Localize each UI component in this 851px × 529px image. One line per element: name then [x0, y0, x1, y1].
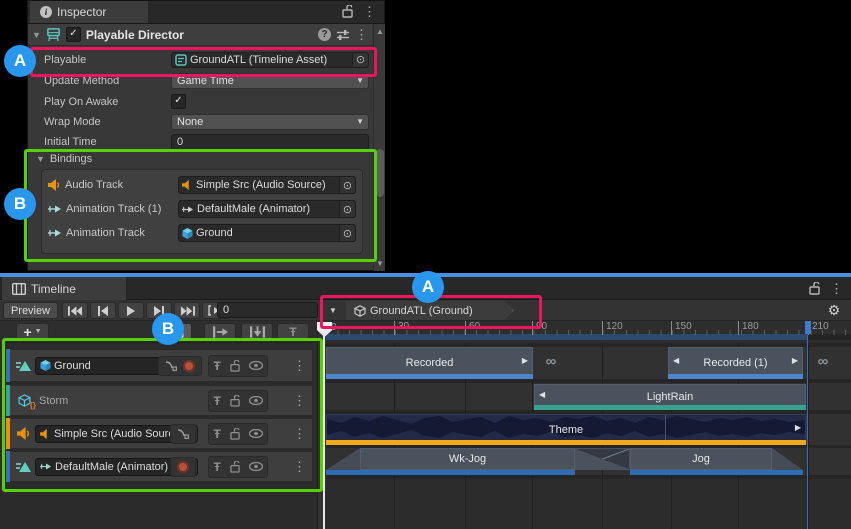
clip-label: Wk-Jog — [449, 453, 486, 465]
clip-crossfade[interactable] — [575, 448, 630, 470]
ruler-tick: 180 — [738, 321, 759, 335]
wrap-mode-value: None — [177, 116, 203, 128]
component-header[interactable]: ▼ ✓ Playable Director ? ⋮ — [28, 24, 372, 46]
pin-icon: Ŧ — [289, 325, 296, 339]
scrollbar-thumb[interactable] — [376, 149, 384, 197]
clip-selected-stripe — [326, 374, 533, 379]
component-enabled-checkbox[interactable]: ✓ — [66, 27, 81, 42]
tab-timeline[interactable]: Timeline — [2, 277, 126, 300]
lock-icon[interactable] — [809, 282, 820, 295]
ruler-tick: 210 — [808, 321, 829, 335]
ruler-tick: 120 — [602, 321, 623, 335]
highlight-bindings — [24, 149, 377, 262]
clip-selected-stripe — [630, 470, 803, 475]
current-frame-value: 0 — [223, 304, 229, 316]
kebab-menu-icon[interactable]: ⋮ — [363, 7, 376, 17]
wrap-mode-label: Wrap Mode — [44, 116, 101, 128]
clip-left-handle[interactable]: ◀ — [673, 356, 679, 365]
gear-icon[interactable]: ⚙ — [824, 301, 844, 320]
play-button[interactable] — [118, 302, 144, 319]
clip-seam — [665, 415, 666, 441]
clip-jog[interactable]: Jog — [630, 448, 772, 470]
gridline — [808, 343, 809, 529]
clip-recorded[interactable]: Recorded ▶ — [326, 347, 533, 379]
clip-lightrain[interactable]: ◀ LightRain — [534, 384, 806, 410]
ruler-tick: 150 — [671, 321, 692, 335]
clips-area: Recorded ▶ ∞ ◀ Recorded (1) ▶ ∞ ◀ LightR… — [326, 343, 851, 529]
presets-icon[interactable] — [336, 29, 350, 41]
clip-label: Recorded — [406, 357, 454, 369]
initial-time-value: 0 — [177, 136, 183, 148]
preview-toggle-button[interactable]: Preview — [3, 302, 58, 319]
highlight-track-list — [2, 338, 323, 492]
badge-b-inspector: B — [4, 188, 36, 220]
row-wrap-mode: Wrap Mode None ▼ — [28, 112, 372, 131]
clip-recorded-1[interactable]: ◀ Recorded (1) ▶ — [668, 347, 803, 379]
go-to-start-button[interactable] — [62, 302, 88, 319]
badge-b-timeline: B — [152, 313, 184, 345]
clip-selected-stripe — [326, 440, 806, 445]
current-frame-input[interactable]: 0 — [217, 302, 318, 318]
chevron-down-icon: ▼ — [356, 76, 364, 85]
preview-label: Preview — [11, 305, 50, 317]
clip-label: LightRain — [647, 391, 693, 403]
wrap-mode-dropdown[interactable]: None ▼ — [171, 114, 369, 130]
clip-theme-audio[interactable]: Theme ▶ — [326, 414, 806, 445]
highlight-playable-field — [30, 47, 377, 77]
initial-time-label: Initial Time — [44, 136, 97, 148]
previous-frame-button[interactable] — [90, 302, 116, 319]
play-on-awake-checkbox[interactable]: ✓ — [171, 94, 186, 109]
timeline-end-marker[interactable] — [805, 321, 811, 334]
inspector-tabbar: i Inspector ⋮ — [28, 1, 384, 24]
component-title: Playable Director — [86, 28, 313, 42]
tab-inspector[interactable]: i Inspector — [30, 1, 148, 23]
clip-right-handle[interactable]: ▶ — [792, 356, 798, 365]
row-play-on-awake: Play On Awake ✓ — [28, 92, 372, 111]
play-on-awake-label: Play On Awake — [44, 96, 118, 108]
tab-inspector-label: Inspector — [57, 5, 106, 19]
chevron-down-icon: ▼ — [356, 117, 364, 126]
scroll-up-icon[interactable]: ▲ — [374, 27, 386, 36]
foldout-icon[interactable]: ▼ — [32, 30, 41, 40]
loop-icon: ∞ — [812, 347, 834, 375]
clip-selected-stripe — [534, 405, 806, 410]
badge-a-timeline: A — [412, 271, 444, 303]
clip-label: Recorded (1) — [703, 357, 767, 369]
playable-director-icon — [46, 27, 61, 42]
timeline-tab-icon — [12, 283, 26, 295]
clip-right-handle[interactable]: ▶ — [522, 356, 528, 365]
help-icon[interactable]: ? — [318, 28, 331, 41]
timeline-end-line — [807, 335, 808, 529]
loop-icon: ∞ — [540, 347, 562, 375]
clip-left-handle[interactable]: ◀ — [539, 390, 545, 399]
unity-editor-screenshot: i Inspector ⋮ ▼ ✓ Playable Director ? — [0, 0, 851, 529]
clip-wkjog[interactable]: Wk-Jog — [360, 448, 575, 470]
playhead-line — [323, 336, 325, 529]
clip-right-handle[interactable]: ▶ — [795, 423, 801, 432]
info-icon: i — [40, 6, 52, 18]
initial-time-input[interactable]: 0 — [171, 134, 369, 150]
chevron-down-icon: ▼ — [35, 328, 42, 335]
badge-a-inspector: A — [4, 45, 36, 77]
component-kebab-icon[interactable]: ⋮ — [355, 30, 368, 40]
empty-track-area — [326, 479, 851, 529]
clip-label: Theme — [549, 424, 583, 436]
clip-label: Jog — [692, 453, 710, 465]
lock-icon[interactable] — [342, 5, 353, 18]
clip-selected-stripe — [668, 374, 803, 379]
tab-timeline-label: Timeline — [31, 282, 76, 296]
clip-selected-stripe — [326, 470, 575, 475]
kebab-menu-icon[interactable]: ⋮ — [830, 284, 843, 294]
